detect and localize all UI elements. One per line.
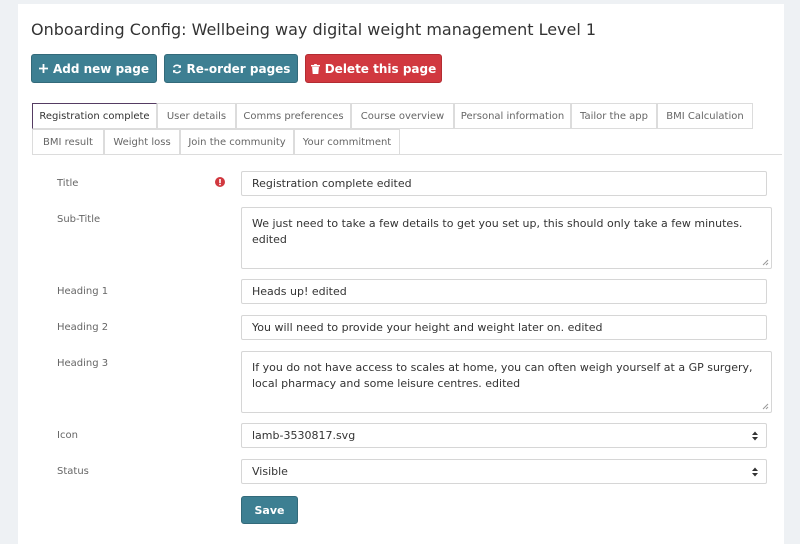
heading1-input[interactable]: Heads up! edited <box>241 279 767 304</box>
reorder-pages-button[interactable]: Re-order pages <box>164 54 298 83</box>
add-new-page-label: Add new page <box>52 61 149 76</box>
subtitle-text: We just need to take a few details to ge… <box>252 217 743 246</box>
save-button[interactable]: Save <box>241 496 298 524</box>
tab-your-commitment[interactable]: Your commitment <box>294 129 400 155</box>
heading1-label: Heading 1 <box>57 286 109 297</box>
reorder-pages-label: Re-order pages <box>186 61 291 76</box>
resize-grip-icon[interactable] <box>762 403 769 410</box>
tab-course-overview[interactable]: Course overview <box>351 103 454 129</box>
delete-page-label: Delete this page <box>324 61 437 76</box>
tab-bmi-result[interactable]: BMI result <box>32 129 104 155</box>
tab-bmi-calculation[interactable]: BMI Calculation <box>657 103 753 129</box>
icon-select-value: lamb-3530817.svg <box>252 429 356 442</box>
required-alert-icon <box>215 177 225 187</box>
heading3-textarea[interactable]: If you do not have access to scales at h… <box>241 351 772 413</box>
icon-select[interactable]: lamb-3530817.svg <box>241 423 767 448</box>
heading2-input[interactable]: You will need to provide your height and… <box>241 315 767 340</box>
title-input[interactable]: Registration complete edited <box>241 171 767 196</box>
tab-registration-complete[interactable]: Registration complete <box>32 103 157 129</box>
tab-personal-information[interactable]: Personal information <box>454 103 571 129</box>
add-new-page-button[interactable]: Add new page <box>31 54 157 83</box>
tab-join-the-community[interactable]: Join the community <box>180 129 294 155</box>
config-panel: Onboarding Config: Wellbeing way digital… <box>18 4 784 544</box>
status-select[interactable]: Visible <box>241 459 767 484</box>
trash-icon <box>310 63 320 74</box>
heading3-label: Heading 3 <box>57 358 109 369</box>
resize-grip-icon[interactable] <box>762 259 769 266</box>
heading2-label: Heading 2 <box>57 322 109 333</box>
page-title: Onboarding Config: Wellbeing way digital… <box>31 20 597 39</box>
page-tabs: Registration complete User details Comms… <box>32 103 782 155</box>
select-caret-icon <box>752 431 758 440</box>
icon-label: Icon <box>57 430 78 441</box>
status-label: Status <box>57 466 89 477</box>
tab-tailor-the-app[interactable]: Tailor the app <box>571 103 657 129</box>
select-caret-icon <box>752 467 758 476</box>
heading3-text: If you do not have access to scales at h… <box>252 361 753 390</box>
tab-weight-loss[interactable]: Weight loss <box>104 129 180 155</box>
subtitle-textarea[interactable]: We just need to take a few details to ge… <box>241 207 772 269</box>
refresh-icon <box>172 64 181 73</box>
tab-comms-preferences[interactable]: Comms preferences <box>236 103 351 129</box>
tab-user-details[interactable]: User details <box>157 103 236 129</box>
status-select-value: Visible <box>252 465 288 478</box>
subtitle-label: Sub-Title <box>57 214 101 225</box>
delete-page-button[interactable]: Delete this page <box>305 54 442 83</box>
plus-icon <box>38 64 48 73</box>
title-label: Title <box>57 178 79 189</box>
